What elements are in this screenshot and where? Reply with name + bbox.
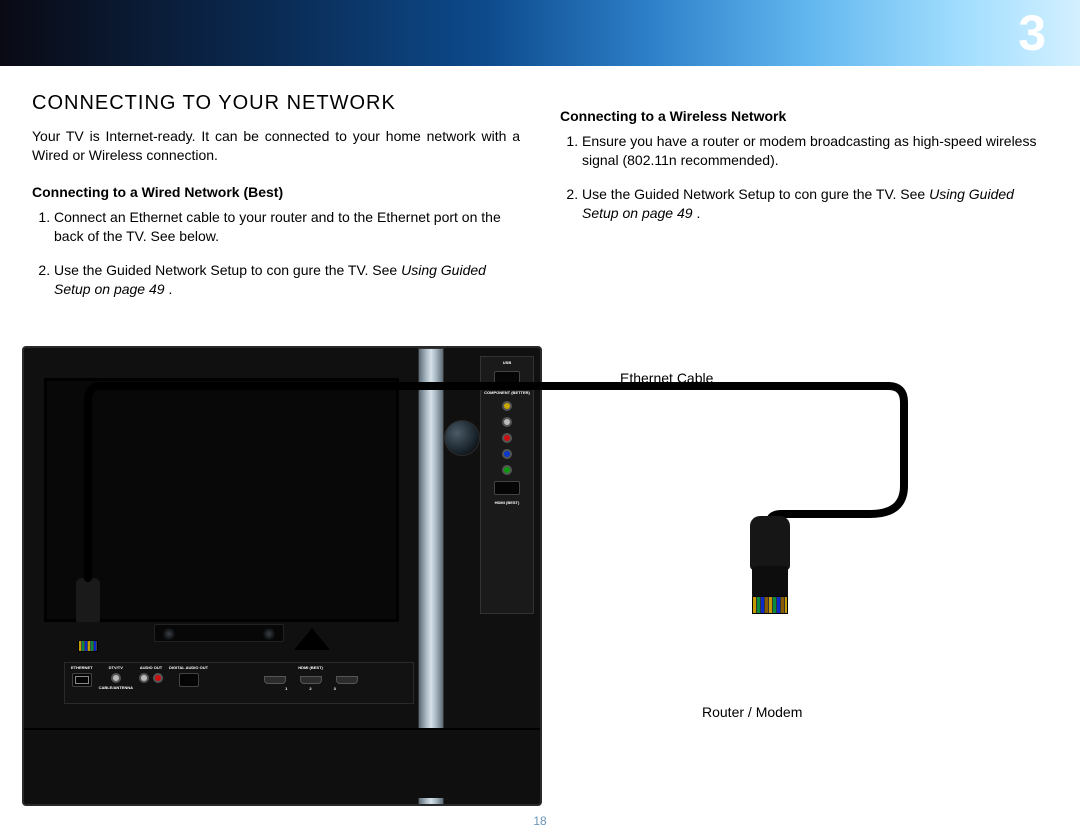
- tv-mount-hole: [444, 420, 480, 456]
- digital-audio-label: DIGITAL AUDIO OUT: [169, 666, 208, 670]
- hdmi2-num: 2: [309, 687, 311, 691]
- usb-label: USB: [503, 361, 511, 365]
- intro-paragraph: Your TV is Internet-ready. It can be con…: [32, 127, 520, 165]
- component-y-icon: [502, 401, 512, 411]
- tv-back-panel: USB COMPONENT (BETTER) HDMI (BEST) ETHER…: [22, 346, 542, 806]
- component-g-icon: [502, 465, 512, 475]
- wired-step-2b: .: [168, 281, 172, 297]
- coax-port-icon: [111, 673, 121, 683]
- side-port-panel: USB COMPONENT (BETTER) HDMI (BEST): [480, 356, 534, 614]
- wired-steps: Connect an Ethernet cable to your router…: [32, 208, 520, 300]
- wireless-step-2b: .: [696, 205, 700, 221]
- wired-step-1: Connect an Ethernet cable to your router…: [54, 208, 520, 246]
- tv-base: [24, 728, 542, 798]
- router-modem-label: Router / Modem: [702, 704, 802, 720]
- audio-l-icon: [139, 673, 149, 683]
- hdmi-bottom-label: HDMI (BEST): [298, 666, 323, 670]
- tv-stand-bar: [154, 624, 284, 642]
- hdmi-side-label: HDMI (BEST): [495, 501, 520, 505]
- connection-diagram: USB COMPONENT (BETTER) HDMI (BEST) ETHER…: [22, 346, 1058, 806]
- right-column: Connecting to a Wireless Network Ensure …: [560, 90, 1048, 315]
- wireless-step-1: Ensure you have a router or modem broadc…: [582, 132, 1048, 170]
- wireless-step-2a: Use the Guided Network Setup to con gure…: [582, 186, 929, 202]
- hdmi4-port-icon: [494, 481, 520, 495]
- ethernet-port-icon: [72, 673, 92, 687]
- optical-port-icon: [179, 673, 199, 687]
- wired-step-2a: Use the Guided Network Setup to con gure…: [54, 262, 401, 278]
- component-b-icon: [502, 449, 512, 459]
- usb-port-icon: [494, 371, 520, 385]
- cable-antenna-label: CABLE/ANTENNA: [99, 686, 133, 690]
- wired-step-2: Use the Guided Network Setup to con gure…: [54, 261, 520, 299]
- wired-heading: Connecting to a Wired Network (Best): [32, 183, 520, 202]
- section-title: CONNECTING TO YOUR NETWORK: [32, 90, 520, 117]
- ethernet-cable-label: Ethernet Cable: [620, 370, 713, 386]
- hdmi1-num: 1: [285, 687, 287, 691]
- content-columns: CONNECTING TO YOUR NETWORK Your TV is In…: [0, 66, 1080, 315]
- left-column: CONNECTING TO YOUR NETWORK Your TV is In…: [32, 90, 520, 315]
- ethernet-plug-router-side: [740, 516, 800, 626]
- hdmi3-num: 3: [334, 687, 336, 691]
- page-number-footer: 18: [533, 814, 546, 828]
- hdmi1-port-icon: [264, 676, 286, 684]
- audio-r-icon: [153, 673, 163, 683]
- ethernet-label: ETHERNET: [71, 666, 93, 670]
- wireless-step-2: Use the Guided Network Setup to con gure…: [582, 185, 1048, 223]
- component-w-icon: [502, 417, 512, 427]
- hdmi3-port-icon: [336, 676, 358, 684]
- chapter-number: 3: [1018, 4, 1046, 62]
- audio-out-label: AUDIO OUT: [140, 666, 162, 670]
- wireless-heading: Connecting to a Wireless Network: [560, 107, 1048, 126]
- component-r-icon: [502, 433, 512, 443]
- triangle-icon: [294, 628, 330, 650]
- bottom-port-panel: ETHERNET DTV/TV CABLE/ANTENNA AUDIO OUT …: [64, 662, 414, 704]
- chapter-header: 3: [0, 0, 1080, 66]
- dtv-label: DTV/TV: [109, 666, 123, 670]
- component-label: COMPONENT (BETTER): [484, 391, 530, 395]
- hdmi2-port-icon: [300, 676, 322, 684]
- ethernet-plug-tv-side: [70, 578, 106, 666]
- wireless-steps: Ensure you have a router or modem broadc…: [560, 132, 1048, 224]
